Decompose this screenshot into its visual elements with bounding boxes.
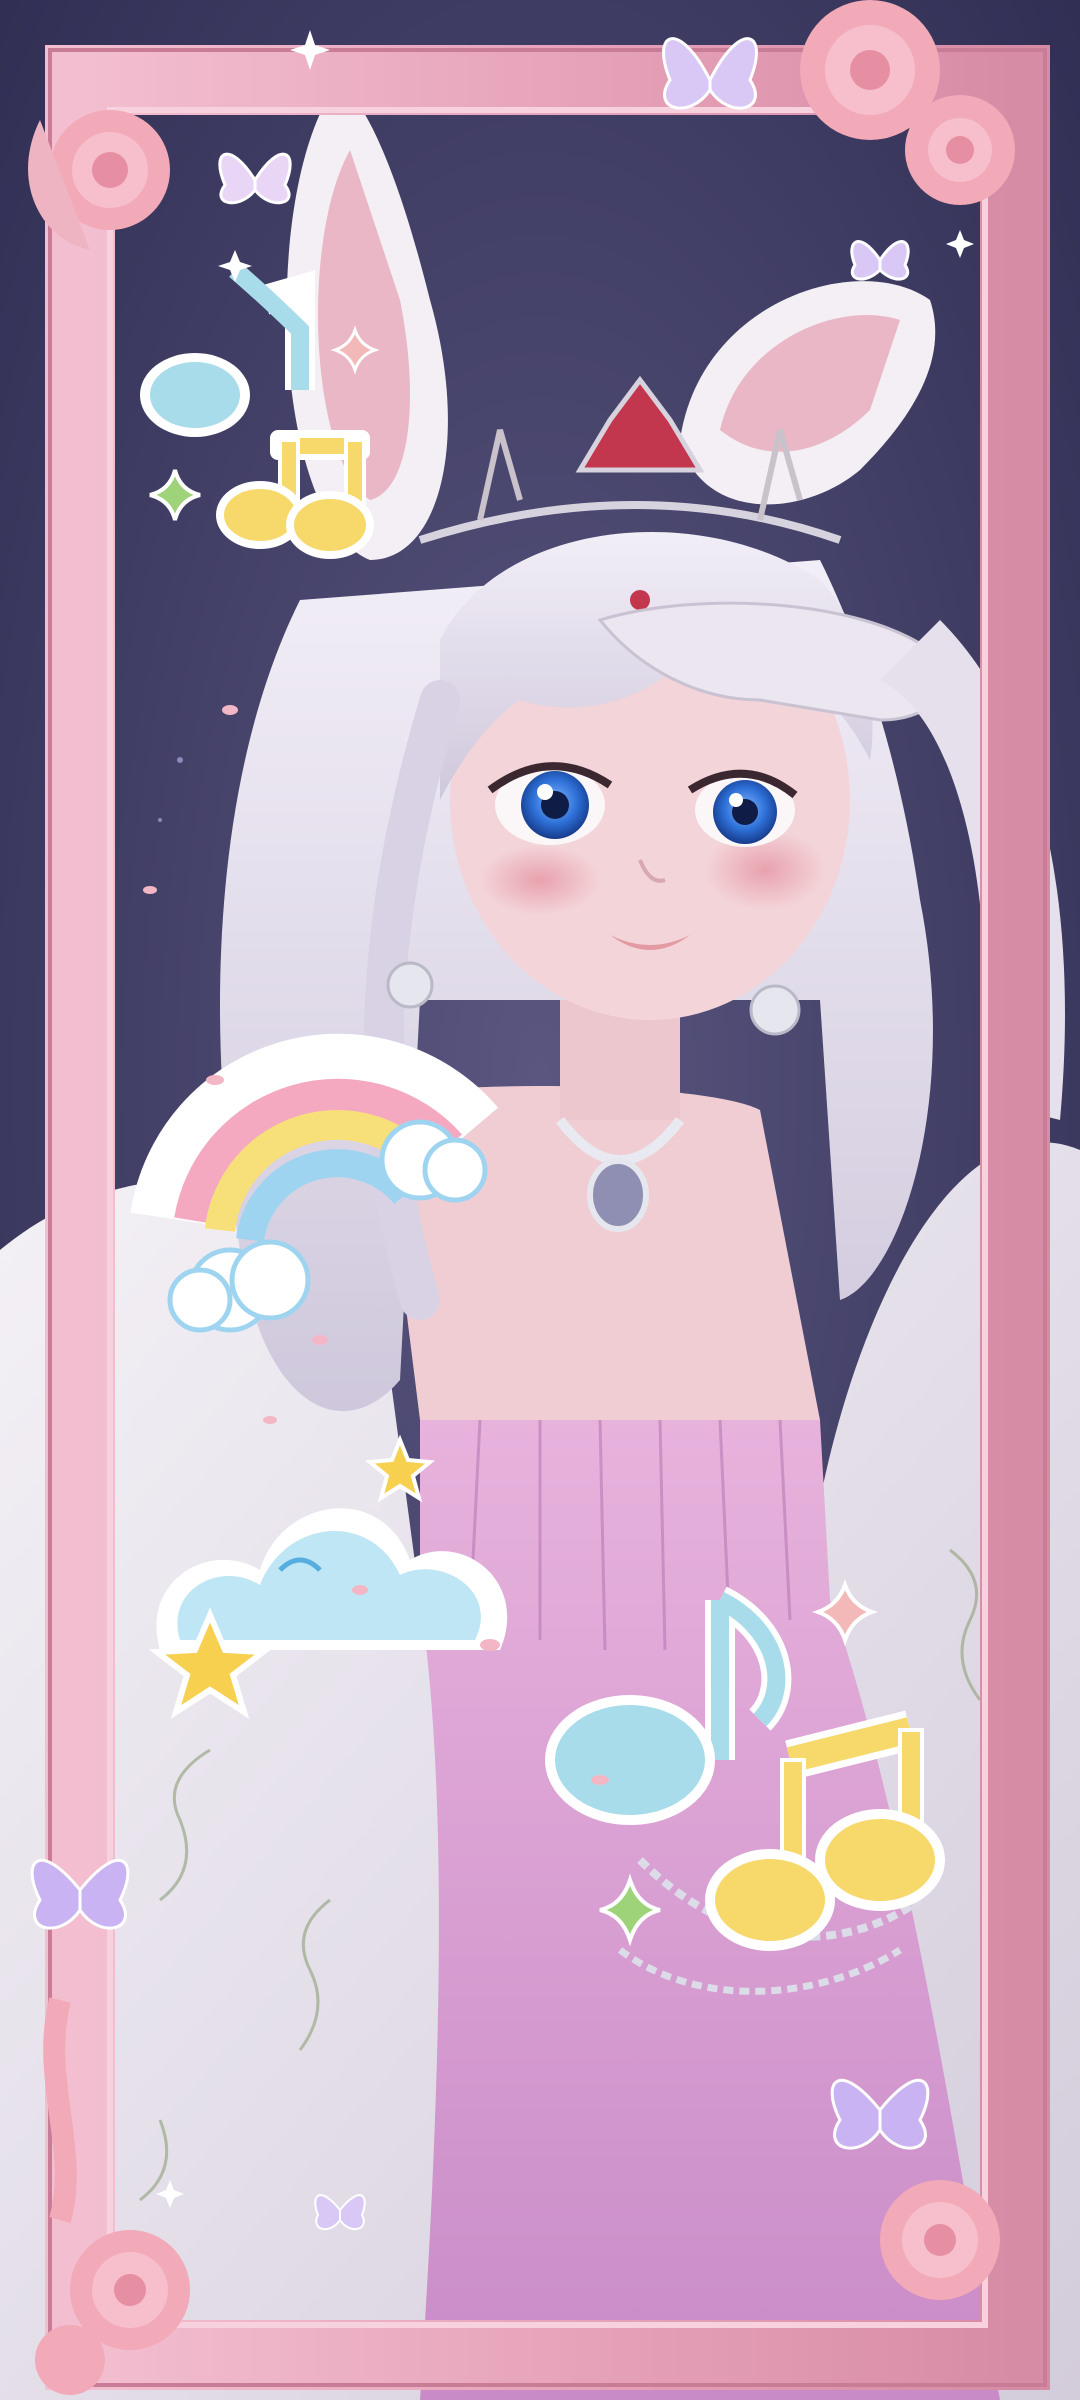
right-earring [749,984,801,1036]
left-cheek-blush [480,845,600,915]
rose-icon-bottom-right [880,2180,1000,2300]
left-earring [386,961,434,1009]
cameo-pendant [587,1158,649,1232]
wallpaper-scene [0,0,1080,2400]
wallpaper-illustration [0,0,1080,2400]
